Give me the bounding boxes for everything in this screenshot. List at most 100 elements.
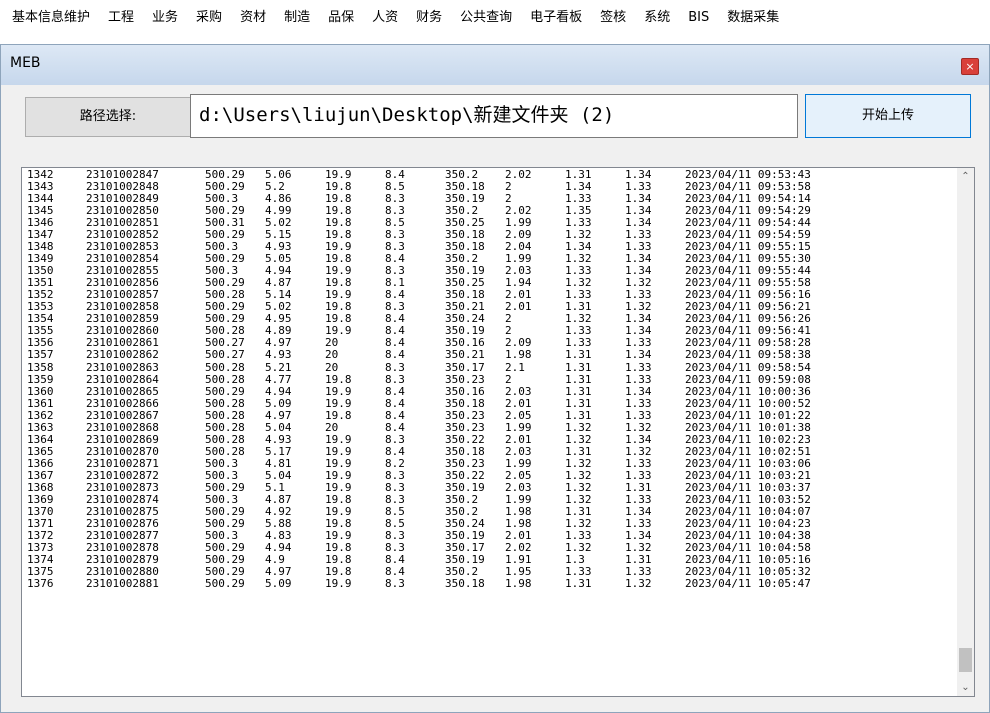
cell-col-0: 1368 — [27, 480, 54, 494]
cell-col-0: 1367 — [27, 468, 54, 482]
list-item[interactable]: 1376 23101002881 500.29 5.09 19.9 8.3 350.18 1.… — [24, 578, 946, 590]
cell-col-9: 1.33 — [625, 360, 652, 374]
list-item[interactable]: 1364 23101002869 500.28 4.93 19.9 8.3 350.22 2.… — [24, 432, 946, 446]
cell-col-4: 19.9 — [325, 468, 352, 482]
cell-col-2: 500.28 — [205, 444, 245, 458]
data-rows: 1342 23101002847 500.29 5.06 19.9 8.4 350.2 2.0… — [24, 169, 946, 590]
list-item[interactable]: 1359 23101002864 500.28 4.77 19.8 8.3 350.23 2 1… — [24, 372, 946, 386]
cell-col-3: 4.94 — [265, 384, 292, 398]
cell-col-4: 19.9 — [325, 384, 352, 398]
cell-col-8: 1.31 — [565, 348, 592, 362]
cell-col-1: 23101002866 — [86, 396, 159, 410]
cell-col-5: 8.3 — [385, 577, 405, 591]
cell-col-2: 500.27 — [205, 348, 245, 362]
list-item[interactable]: 1366 23101002871 500.3 4.81 19.9 8.2 350.23 1.9… — [24, 456, 946, 470]
menu-item-manufacturing[interactable]: 制造 — [275, 5, 319, 31]
menu-bar: 基本信息维护 工程 业务 采购 资材 制造 品保 人资 财务 公共查询 电子看板… — [0, 0, 990, 36]
cell-col-2: 500.3 — [205, 456, 239, 470]
cell-col-9: 1.32 — [625, 444, 652, 458]
menu-item-e-board[interactable]: 电子看板 — [521, 5, 591, 31]
cell-col-3: 4.93 — [265, 432, 292, 446]
cell-col-3: 4.81 — [265, 456, 292, 470]
cell-col-8: 1.31 — [565, 396, 592, 410]
menu-item-engineering[interactable]: 工程 — [99, 5, 143, 31]
cell-col-2: 500.28 — [205, 372, 245, 386]
cell-col-4: 19.8 — [325, 372, 352, 386]
cell-col-3: 5.09 — [265, 396, 292, 410]
list-item[interactable]: 1367 23101002872 500.3 5.04 19.9 8.3 350.22 2.0… — [24, 468, 946, 482]
menu-item-finance[interactable]: 财务 — [407, 5, 451, 31]
cell-col-9: 1.33 — [625, 456, 652, 470]
cell-col-3: 5.04 — [265, 468, 292, 482]
menu-item-basic-info[interactable]: 基本信息维护 — [0, 5, 99, 31]
cell-col-1: 23101002869 — [86, 432, 159, 446]
cell-col-9: 1.33 — [625, 468, 652, 482]
menu-item-quality[interactable]: 品保 — [319, 5, 363, 31]
scroll-thumb[interactable] — [959, 648, 972, 672]
cell-col-6: 350.23 — [445, 456, 485, 470]
cell-col-9: 1.33 — [625, 408, 652, 422]
cell-col-4: 19.9 — [325, 432, 352, 446]
cell-col-6: 350.21 — [445, 348, 485, 362]
cell-col-10: 2023/04/11 10:02:23 — [685, 432, 811, 446]
cell-col-8: 1.32 — [565, 456, 592, 470]
list-item[interactable]: 1360 23101002865 500.29 4.94 19.9 8.4 350.16 2.… — [24, 384, 946, 398]
cell-col-3: 4.97 — [265, 408, 292, 422]
list-item[interactable]: 1362 23101002867 500.28 4.97 19.8 8.4 350.23 2.… — [24, 408, 946, 422]
cell-col-3: 5.17 — [265, 444, 292, 458]
cell-col-7: 1.98 — [505, 577, 532, 591]
cell-col-3: 5.09 — [265, 577, 292, 591]
cell-col-7: 1.98 — [505, 348, 532, 362]
vertical-scrollbar[interactable]: ⌃ ⌄ — [957, 168, 974, 696]
cell-col-9: 1.33 — [625, 396, 652, 410]
cell-col-3: 4.93 — [265, 348, 292, 362]
window-title: MEB — [10, 55, 41, 71]
cell-col-0: 1357 — [27, 348, 54, 362]
menu-item-public-query[interactable]: 公共查询 — [451, 5, 521, 31]
menu-item-bis[interactable]: BIS — [679, 5, 718, 31]
cell-col-0: 1363 — [27, 420, 54, 434]
close-icon[interactable]: × — [961, 58, 979, 75]
start-upload-button[interactable]: 开始上传 — [805, 94, 971, 138]
cell-col-10: 2023/04/11 10:00:52 — [685, 396, 811, 410]
cell-col-10: 2023/04/11 09:59:08 — [685, 372, 811, 386]
cell-col-1: 23101002872 — [86, 468, 159, 482]
cell-col-7: 2.01 — [505, 396, 532, 410]
cell-col-7: 2.05 — [505, 408, 532, 422]
cell-col-9: 1.34 — [625, 384, 652, 398]
cell-col-4: 20 — [325, 420, 339, 434]
cell-col-10: 2023/04/11 10:03:37 — [685, 480, 811, 494]
cell-col-0: 1360 — [27, 384, 54, 398]
cell-col-5: 8.4 — [385, 408, 405, 422]
cell-col-10: 2023/04/11 10:05:47 — [685, 577, 811, 591]
list-item[interactable]: 1365 23101002870 500.28 5.17 19.9 8.4 350.18 2.… — [24, 444, 946, 458]
menu-item-data-collection[interactable]: 数据采集 — [718, 5, 788, 31]
cell-col-3: 4.77 — [265, 372, 292, 386]
cell-col-5: 8.3 — [385, 432, 405, 446]
cell-col-6: 350.23 — [445, 408, 485, 422]
menu-item-purchasing[interactable]: 采购 — [187, 5, 231, 31]
path-field[interactable]: d:\Users\liujun\Desktop\新建文件夹 (2) — [190, 94, 798, 138]
data-listbox[interactable]: 1342 23101002847 500.29 5.06 19.9 8.4 350.2 2.0… — [21, 167, 975, 697]
cell-col-9: 1.33 — [625, 372, 652, 386]
list-item[interactable]: 1358 23101002863 500.28 5.21 20 8.3 350.17 2.1 1… — [24, 360, 946, 374]
path-select-button[interactable]: 路径选择: — [25, 97, 191, 137]
list-item[interactable]: 1361 23101002866 500.28 5.09 19.9 8.4 350.18 2.… — [24, 396, 946, 410]
menu-item-system[interactable]: 系统 — [635, 5, 679, 31]
menu-item-business[interactable]: 业务 — [143, 5, 187, 31]
cell-col-6: 350.18 — [445, 444, 485, 458]
menu-item-materials[interactable]: 资材 — [231, 5, 275, 31]
cell-col-2: 500.28 — [205, 360, 245, 374]
cell-col-5: 8.4 — [385, 384, 405, 398]
cell-col-2: 500.29 — [205, 384, 245, 398]
scroll-down-icon[interactable]: ⌄ — [957, 679, 974, 696]
menu-item-hr[interactable]: 人资 — [363, 5, 407, 31]
cell-col-0: 1365 — [27, 444, 54, 458]
cell-col-4: 19.9 — [325, 396, 352, 410]
menu-item-signoff[interactable]: 签核 — [591, 5, 635, 31]
list-item[interactable]: 1357 23101002862 500.27 4.93 20 8.4 350.21 1.98… — [24, 349, 946, 361]
cell-col-1: 23101002881 — [86, 577, 159, 591]
list-item[interactable]: 1363 23101002868 500.28 5.04 20 8.4 350.23 1.99… — [24, 420, 946, 434]
cell-col-10: 2023/04/11 10:03:21 — [685, 468, 811, 482]
scroll-up-icon[interactable]: ⌃ — [957, 168, 974, 185]
